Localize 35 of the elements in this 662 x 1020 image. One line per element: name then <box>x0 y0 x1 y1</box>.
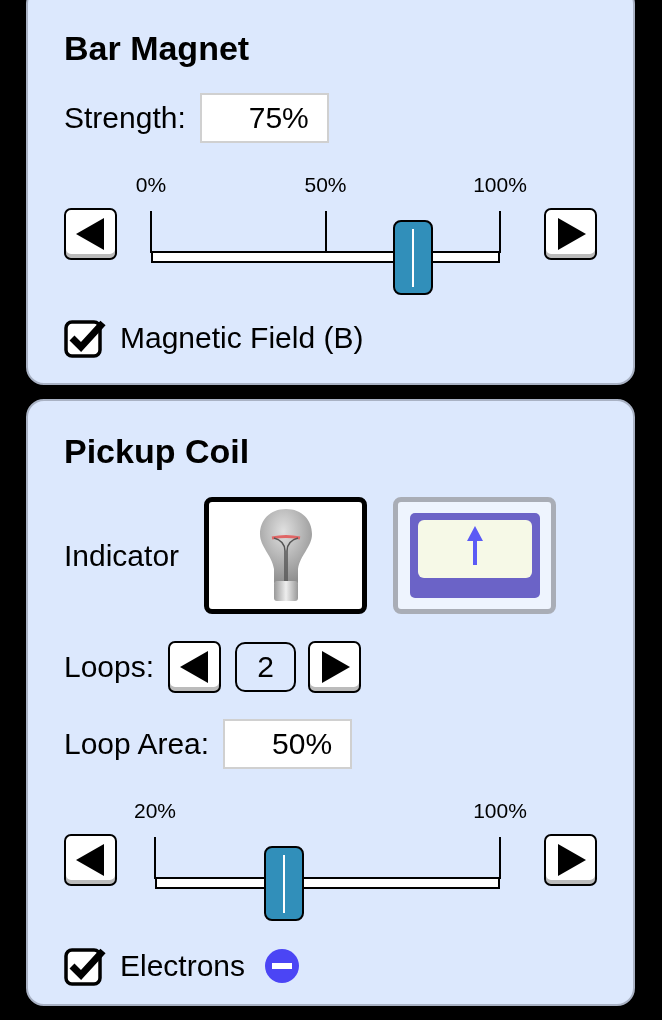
checkbox-label: Electrons <box>120 949 246 984</box>
voltmeter-icon <box>409 512 540 599</box>
slider-thumb[interactable] <box>264 846 305 922</box>
checkbox-label: Magnetic Field (B) <box>120 321 364 355</box>
tick-label: 20% <box>134 799 176 824</box>
indicator-option[interactable] <box>204 497 368 615</box>
panel-title: Pickup Coil <box>64 431 251 472</box>
strength-value: 75% <box>199 93 329 143</box>
tick-label: 50% <box>304 173 347 197</box>
right-arrow-icon <box>319 651 350 684</box>
loop-area-value: 50% <box>223 719 353 770</box>
decrease-button[interactable] <box>64 834 117 887</box>
loops-label: Loops: <box>64 650 155 685</box>
tick-label: 0% <box>135 173 167 197</box>
checkbox[interactable] <box>64 946 106 987</box>
slider-thumb[interactable] <box>392 220 433 295</box>
decrease-button[interactable] <box>64 208 117 260</box>
left-arrow-icon <box>75 844 106 877</box>
tick-label: 100% <box>473 173 527 197</box>
increase-button[interactable] <box>308 641 362 694</box>
decrease-button[interactable] <box>168 641 222 694</box>
panel-title: Bar Magnet <box>64 28 251 68</box>
strength-label: Strength: <box>64 101 186 135</box>
increase-button[interactable] <box>544 208 597 260</box>
checkbox[interactable] <box>64 318 106 358</box>
right-arrow-icon <box>555 844 586 877</box>
increase-button[interactable] <box>544 834 597 887</box>
right-arrow-icon <box>555 218 586 250</box>
loops-value: 2 <box>235 642 297 693</box>
left-arrow-icon <box>75 218 106 250</box>
electron-icon <box>265 949 300 984</box>
indicator-label: Indicator <box>64 538 180 573</box>
left-arrow-icon <box>179 651 210 684</box>
loop-area-label: Loop Area: <box>64 727 210 762</box>
tick-label: 100% <box>473 799 527 824</box>
